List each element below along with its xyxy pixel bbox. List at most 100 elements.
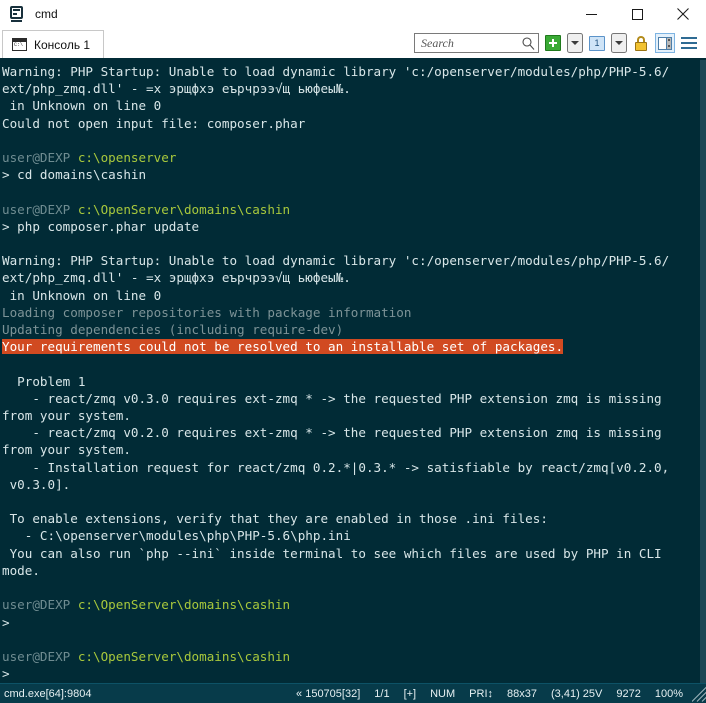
terminal-line: Problem 1	[2, 373, 700, 390]
terminal-line: Your requirements could not be resolved …	[2, 338, 700, 355]
terminal-line: - react/zmq v0.3.0 requires ext-zmq * ->…	[2, 390, 700, 407]
status-buffer: « 150705[32]	[296, 687, 361, 700]
terminal-output[interactable]: Warning: PHP Startup: Unable to load dyn…	[0, 60, 700, 683]
terminal-scrollbar[interactable]	[700, 60, 706, 683]
close-button[interactable]	[660, 0, 706, 28]
terminal-line: ext/php_zmq.dll' - =x эрщфхэ еърчрээ√щ ь…	[2, 269, 700, 286]
terminal-line: user@DEXP c:\OpenServer\domains\cashin	[2, 596, 700, 613]
terminal-area: Warning: PHP Startup: Unable to load dyn…	[0, 58, 706, 683]
tab-select-button[interactable]: 1	[587, 33, 607, 53]
terminal-text: user@DEXP	[2, 648, 78, 664]
terminal-text: >	[2, 614, 10, 630]
chevron-down-icon	[615, 41, 623, 45]
panel-toggle-button[interactable]	[655, 33, 675, 53]
terminal-line: You can also run `php --ini` inside term…	[2, 545, 700, 562]
minimize-button[interactable]	[568, 0, 614, 28]
terminal-line: in Unknown on line 0	[2, 97, 700, 114]
green-plus-icon	[545, 35, 561, 51]
tab-number-icon: 1	[589, 35, 605, 51]
terminal-line: Could not open input file: composer.phar	[2, 115, 700, 132]
terminal-text: >	[2, 666, 10, 682]
terminal-line: >	[2, 614, 700, 631]
terminal-text: c:\OpenServer\domains\cashin	[77, 597, 291, 613]
status-right-group: « 150705[32] 1/1 [+] NUM PRI↕ 88x37 (3,4…	[289, 685, 706, 703]
terminal-text: - C:\openserver\modules\php\PHP-5.6\php.…	[2, 528, 351, 544]
terminal-text: in Unknown on line 0	[2, 287, 162, 303]
terminal-text: mode.	[2, 562, 40, 578]
status-zoom: 100%	[654, 687, 683, 700]
search-box[interactable]	[414, 33, 539, 53]
maximize-icon	[631, 8, 643, 20]
split-panel-icon	[658, 36, 672, 50]
status-size: 88x37	[507, 687, 537, 700]
tab-list-dropdown-button[interactable]	[611, 33, 627, 53]
tab-bar: Консоль 1 1	[0, 28, 706, 58]
toolbar: 1	[414, 33, 706, 53]
status-cursor: (3,41) 25V	[551, 687, 603, 700]
terminal-text: v0.3.0].	[2, 476, 71, 492]
terminal-text: from your system.	[2, 408, 131, 424]
terminal-text: Warning: PHP Startup: Unable to load dyn…	[2, 64, 670, 79]
cmd-console-icon	[12, 38, 27, 51]
status-chars: 9272	[616, 687, 641, 700]
terminal-line: Warning: PHP Startup: Unable to load dyn…	[2, 63, 700, 80]
resize-grip-icon[interactable]	[692, 685, 706, 703]
terminal-line: from your system.	[2, 407, 700, 424]
search-icon	[521, 36, 535, 50]
terminal-line: user@DEXP c:\openserver	[2, 149, 700, 166]
terminal-line: v0.3.0].	[2, 476, 700, 493]
status-num-lock: NUM	[430, 687, 456, 700]
terminal-text: - Installation request for react/zmq 0.2…	[2, 459, 670, 475]
status-insert-mode: [+]	[403, 687, 417, 700]
terminal-text: c:\openserver	[77, 150, 177, 166]
status-process: cmd.exe[64]:9804	[4, 687, 92, 700]
terminal-text: - react/zmq v0.2.0 requires ext-zmq * ->…	[2, 425, 662, 441]
terminal-line: user@DEXP c:\OpenServer\domains\cashin	[2, 201, 700, 218]
terminal-text: c:\OpenServer\domains\cashin	[77, 201, 291, 217]
terminal-text: in Unknown on line 0	[2, 98, 162, 114]
search-input[interactable]	[421, 35, 521, 51]
terminal-line: from your system.	[2, 441, 700, 458]
tab-number-label: 1	[594, 37, 600, 48]
terminal-line: user@DEXP c:\OpenServer\domains\cashin	[2, 648, 700, 665]
terminal-text: user@DEXP	[2, 150, 78, 166]
terminal-text: c:\OpenServer\domains\cashin	[77, 648, 291, 664]
chevron-down-icon	[571, 41, 579, 45]
terminal-text: Your requirements could not be resolved …	[2, 339, 564, 355]
terminal-line: - C:\openserver\modules\php\PHP-5.6\php.…	[2, 527, 700, 544]
terminal-line: > cd domains\cashin	[2, 166, 700, 183]
maximize-button[interactable]	[614, 0, 660, 28]
terminal-line: Warning: PHP Startup: Unable to load dyn…	[2, 252, 700, 269]
terminal-line: >	[2, 665, 700, 682]
console-app-icon	[9, 5, 26, 23]
new-tab-button[interactable]	[543, 33, 563, 53]
terminal-line: > php composer.phar update	[2, 218, 700, 235]
terminal-text: ext/php_zmq.dll' - =x эрщфхэ еърчрээ√щ ь…	[2, 81, 351, 97]
lock-button[interactable]	[631, 33, 651, 53]
terminal-text: To enable extensions, verify that they a…	[2, 511, 548, 527]
terminal-text: user@DEXP	[2, 597, 78, 613]
terminal-text: Problem 1	[2, 373, 86, 389]
menu-button[interactable]	[679, 33, 699, 53]
minimize-icon	[585, 13, 597, 15]
padlock-icon	[634, 35, 648, 51]
terminal-text: - react/zmq v0.3.0 requires ext-zmq * ->…	[2, 390, 662, 406]
window-controls	[568, 0, 706, 28]
terminal-line: Loading composer repositories with packa…	[2, 304, 700, 321]
terminal-line: To enable extensions, verify that they a…	[2, 510, 700, 527]
status-priority: PRI↕	[469, 687, 494, 700]
terminal-text: Warning: PHP Startup: Unable to load dyn…	[2, 253, 670, 269]
terminal-text: from your system.	[2, 442, 131, 458]
new-tab-dropdown-button[interactable]	[567, 33, 583, 53]
terminal-text: user@DEXP	[2, 201, 78, 217]
tab-console-1[interactable]: Консоль 1	[2, 30, 105, 58]
status-tabs: 1/1	[374, 687, 390, 700]
window-title: cmd	[35, 7, 58, 21]
terminal-line: - react/zmq v0.2.0 requires ext-zmq * ->…	[2, 424, 700, 441]
